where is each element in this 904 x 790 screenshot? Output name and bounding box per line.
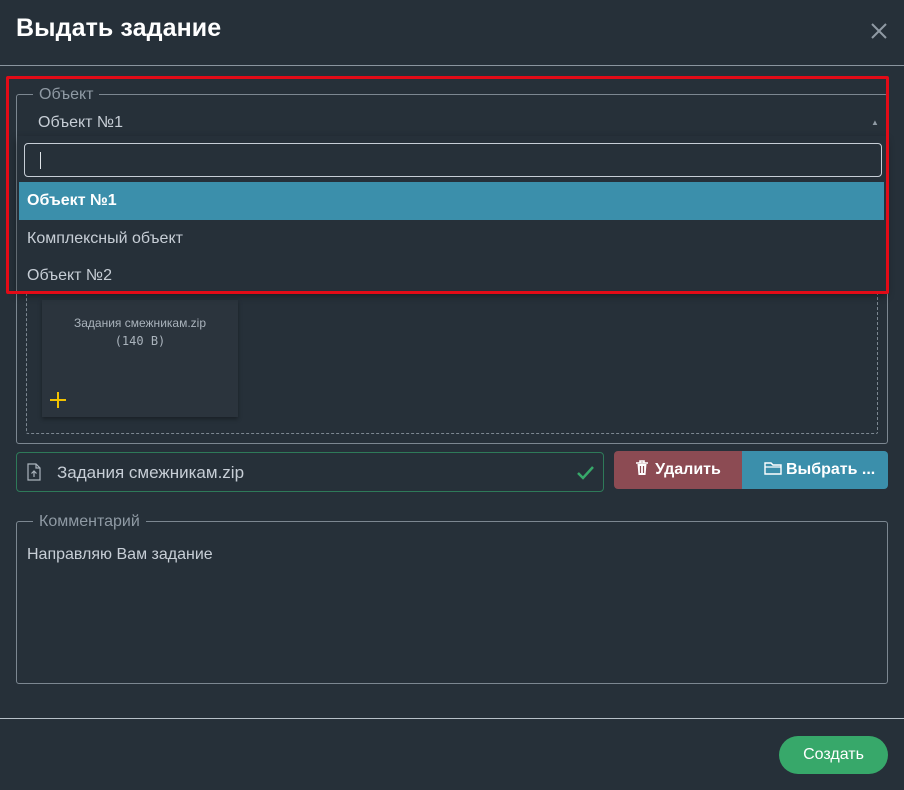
trash-icon — [635, 459, 649, 481]
modal-title: Выдать задание — [16, 14, 222, 42]
object-select-value[interactable]: Объект №1 — [38, 114, 123, 132]
comment-text[interactable]: Направляю Вам задание — [27, 546, 213, 564]
select-file-button[interactable]: Выбрать ... — [742, 451, 888, 489]
folder-icon — [764, 461, 782, 480]
object-label: Объект — [33, 86, 100, 104]
plus-icon[interactable] — [48, 390, 68, 410]
dropdown-search-input[interactable] — [24, 143, 882, 177]
issue-task-modal: Выдать задание Объект Объект №1 ▲ Задани… — [0, 0, 904, 790]
create-button[interactable]: Создать — [779, 736, 888, 774]
select-file-button-label: Выбрать ... — [786, 461, 876, 478]
dropdown-option-object-1[interactable]: Объект №1 — [19, 182, 884, 220]
file-input-name: Задания смежникам.zip — [57, 463, 245, 482]
comment-field[interactable]: Комментарий Направляю Вам задание — [16, 513, 888, 684]
comment-label: Комментарий — [33, 513, 146, 531]
text-cursor — [40, 152, 41, 169]
modal-header: Выдать задание — [0, 0, 904, 66]
dropdown-option-object-2[interactable]: Объект №2 — [19, 257, 884, 295]
object-dropdown: Объект №1 Комплексный объект Объект №2 — [17, 136, 886, 291]
file-preview-card: Задания смежникам.zip (140 B) — [42, 300, 238, 417]
close-icon[interactable] — [868, 20, 890, 42]
caret-up-icon[interactable]: ▲ — [871, 118, 879, 127]
footer-divider — [0, 718, 904, 719]
delete-button-label: Удалить — [655, 461, 721, 478]
delete-button[interactable]: Удалить — [614, 451, 742, 489]
dropdown-option-complex-object[interactable]: Комплексный объект — [19, 220, 884, 258]
file-card-name: Задания смежникам.zip — [73, 316, 207, 330]
file-upload-icon — [27, 463, 41, 481]
file-input[interactable]: Задания смежникам.zip — [16, 452, 604, 492]
file-card-size: (140 B) — [114, 334, 166, 348]
check-icon — [575, 463, 595, 483]
